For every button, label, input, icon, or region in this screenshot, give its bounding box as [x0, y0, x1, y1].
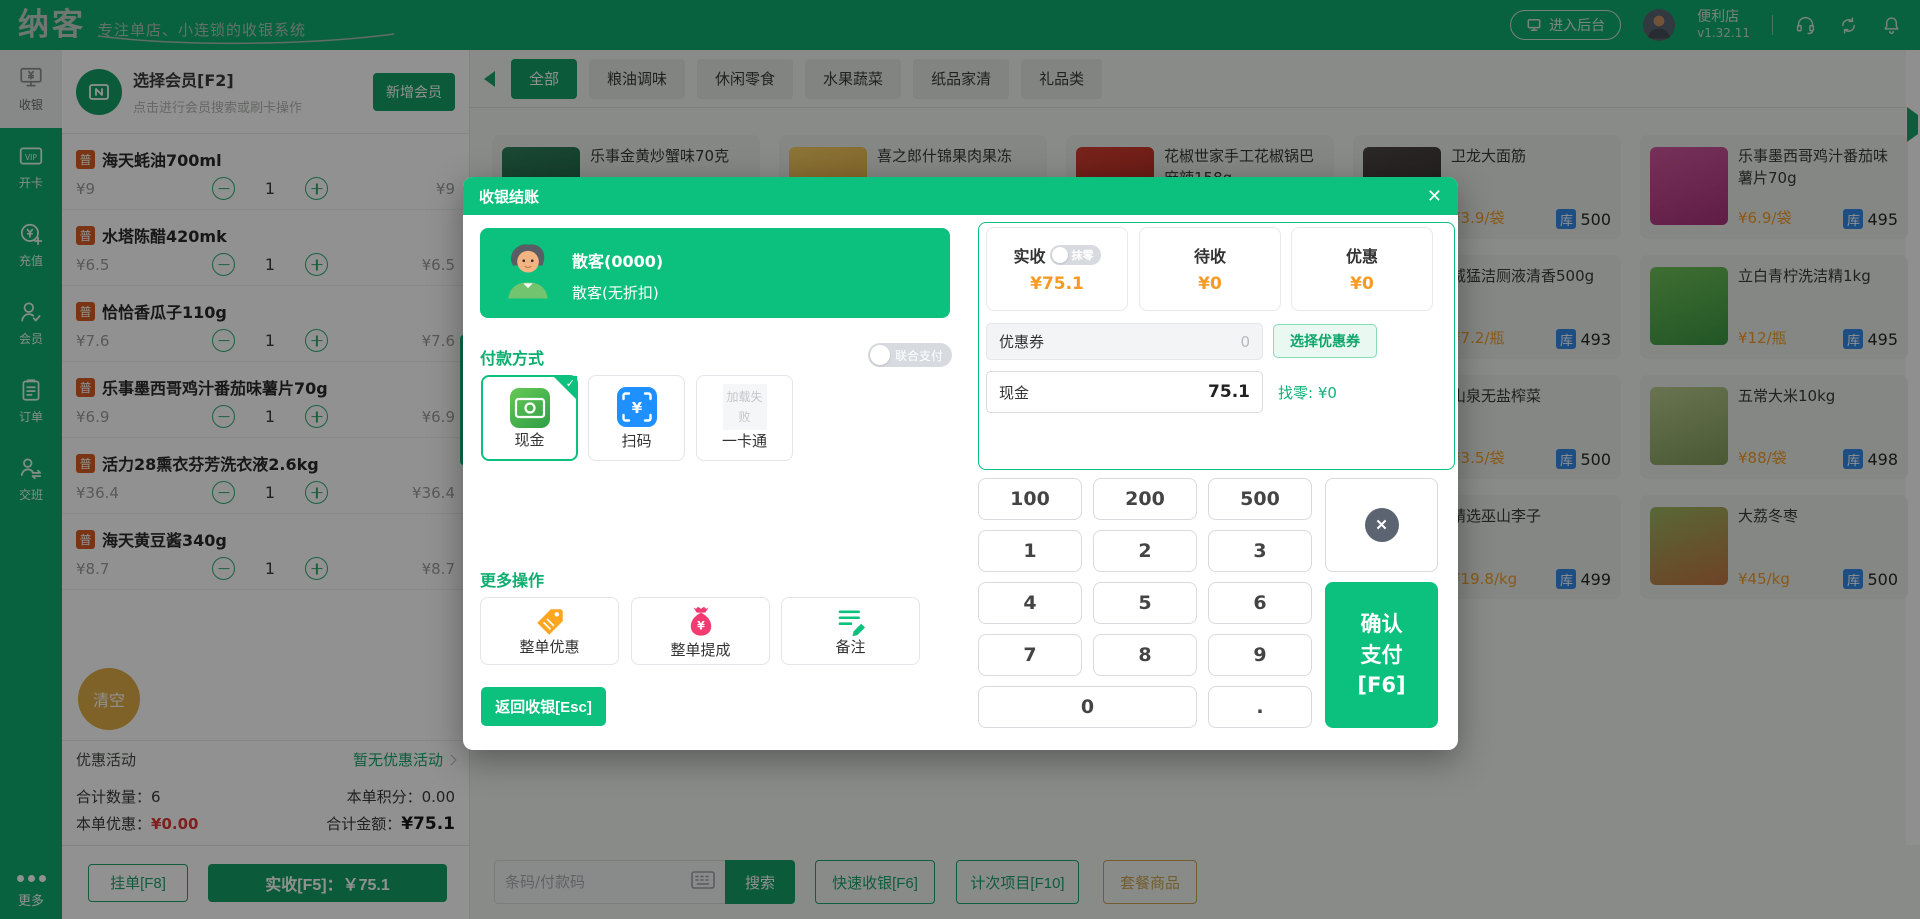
round-off-toggle[interactable]: 抹零 [1049, 245, 1101, 265]
remark-button[interactable]: 备注 [781, 597, 920, 665]
cash-label: 现金 [999, 383, 1030, 402]
checkout-modal: 收银结账 ✕ 散客(0000) 散客(无折扣) 付款方式 联合支付 现金 ✓ ¥… [463, 177, 1458, 750]
selected-check-icon: ✓ [553, 376, 577, 400]
numpad-key[interactable]: . [1208, 686, 1312, 728]
broken-image-placeholder: 加载失败 [722, 384, 767, 430]
whole-order-commission-button[interactable]: ¥ 整单提成 [631, 597, 770, 665]
pending-label: 待收 [1193, 247, 1226, 266]
op-label: 备注 [835, 638, 866, 656]
received-value: ¥75.1 [1030, 274, 1084, 294]
pay-method-onecard[interactable]: 加载失败 一卡通 [696, 375, 793, 461]
cash-icon [509, 388, 550, 428]
member-level: 散客(无折扣) [572, 284, 659, 302]
numpad-key[interactable]: 3 [1208, 530, 1312, 572]
backspace-button[interactable]: ✕ [1325, 478, 1438, 572]
op-label: 整单优惠 [519, 638, 580, 656]
pay-method-cash[interactable]: 现金 ✓ [481, 375, 578, 461]
pay-method-label: 一卡通 [721, 432, 767, 450]
discount-stat-box: 优惠 ¥0 [1291, 227, 1433, 311]
toggle-knob [870, 345, 890, 365]
numpad: 100 200 500 1 2 3 4 5 6 7 8 9 0 . [978, 478, 1312, 728]
change-due-text: 找零: ¥0 [1278, 384, 1337, 402]
modal-header: 收银结账 ✕ [463, 177, 1458, 215]
coupon-label: 优惠券 [999, 333, 1045, 351]
current-member-card[interactable]: 散客(0000) 散客(无折扣) [480, 228, 950, 318]
pay-method-label: 扫码 [621, 432, 652, 450]
combine-pay-toggle[interactable]: 联合支付 [868, 343, 953, 367]
numpad-key[interactable]: 100 [978, 478, 1082, 520]
discount-tag-icon [533, 605, 567, 639]
whole-order-discount-button[interactable]: 整单优惠 [480, 597, 619, 665]
combine-pay-label: 联合支付 [895, 348, 944, 363]
numpad-key[interactable]: 200 [1093, 478, 1197, 520]
more-operations-heading: 更多操作 [480, 571, 545, 590]
toggle-knob [1051, 247, 1068, 263]
received-stat-box: 实收 抹零 ¥75.1 [986, 227, 1128, 311]
note-pen-icon [834, 605, 868, 639]
pending-stat-box: 待收 ¥0 [1139, 227, 1281, 311]
choose-coupon-button[interactable]: 选择优惠券 [1273, 324, 1377, 358]
numpad-key[interactable]: 500 [1208, 478, 1312, 520]
cash-amount-value: 75.1 [1208, 382, 1250, 402]
payment-method-heading: 付款方式 [480, 349, 545, 368]
discount-label: 优惠 [1345, 247, 1378, 266]
back-to-cashier-button[interactable]: 返回收银[Esc] [481, 687, 606, 726]
coupon-count: 0 [1240, 332, 1250, 351]
numpad-key[interactable]: 8 [1093, 634, 1197, 676]
numpad-key[interactable]: 4 [978, 582, 1082, 624]
backspace-icon: ✕ [1364, 508, 1399, 542]
pay-method-label: 现金 [514, 431, 545, 449]
modal-body: 散客(0000) 散客(无折扣) 付款方式 联合支付 现金 ✓ ¥ 扫码 加载失… [463, 215, 1458, 750]
confirm-pay-button[interactable]: 确认支付[F6] [1325, 582, 1438, 728]
numpad-key[interactable]: 9 [1208, 634, 1312, 676]
numpad-key[interactable]: 2 [1093, 530, 1197, 572]
numpad-key[interactable]: 0 [978, 686, 1197, 728]
op-label: 整单提成 [670, 641, 731, 659]
svg-text:¥: ¥ [697, 620, 705, 633]
pending-value: ¥0 [1198, 274, 1222, 294]
svg-text:¥: ¥ [631, 399, 642, 417]
scan-pay-icon: ¥ [616, 387, 657, 427]
numpad-key[interactable]: 1 [978, 530, 1082, 572]
numpad-key[interactable]: 7 [978, 634, 1082, 676]
round-off-label: 抹零 [1071, 249, 1094, 262]
close-icon[interactable]: ✕ [1427, 187, 1442, 205]
coupon-field: 优惠券 0 [986, 323, 1263, 360]
member-name: 散客(0000) [572, 252, 664, 271]
modal-title: 收银结账 [479, 187, 540, 206]
pay-method-scan[interactable]: ¥ 扫码 [588, 375, 685, 461]
pos-app: 纳客 专注单店、小连锁的收银系统 进入后台 便利店 v1.32.11 收银 VI… [0, 0, 1920, 919]
money-bag-icon: ¥ [684, 605, 718, 639]
received-label: 实收 [1013, 247, 1046, 266]
numpad-key[interactable]: 6 [1208, 582, 1312, 624]
cash-amount-field[interactable]: 现金 75.1 [986, 371, 1263, 413]
numpad-key[interactable]: 5 [1093, 582, 1197, 624]
member-avatar [508, 244, 548, 299]
discount-value: ¥0 [1350, 274, 1374, 294]
